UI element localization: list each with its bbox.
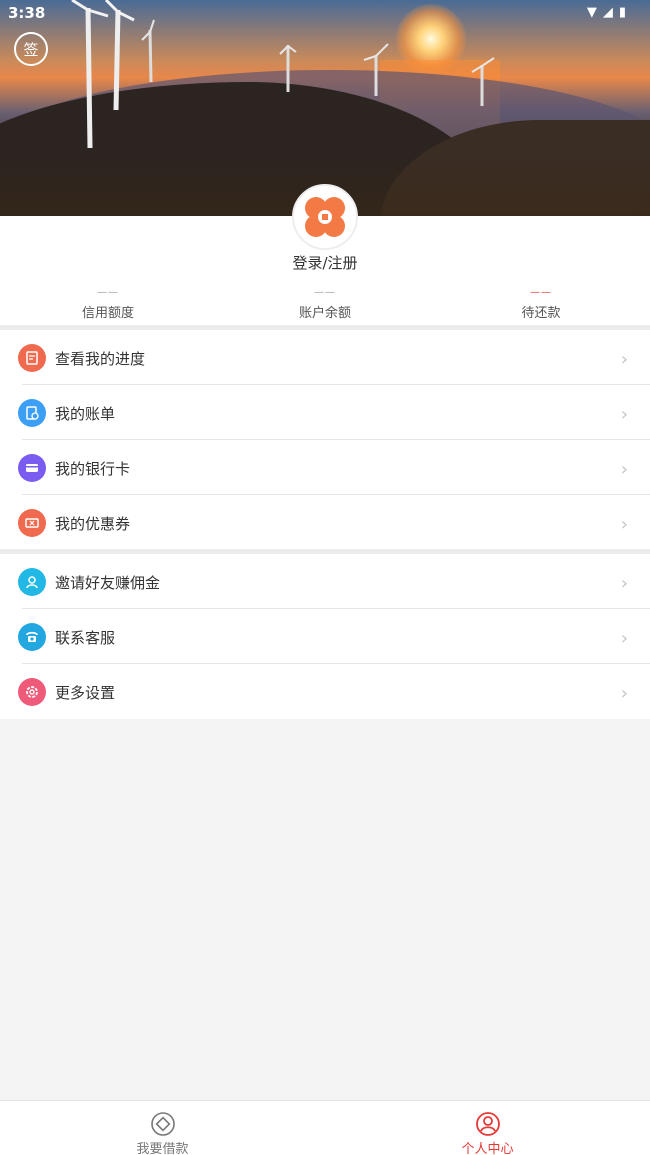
- status-icons: ▼ ◢ ▮: [587, 5, 626, 20]
- coupon-icon: [18, 509, 46, 537]
- bank-card-icon: [18, 454, 46, 482]
- stat-label: 账户余额: [298, 306, 351, 321]
- user-center-icon: [476, 1112, 500, 1136]
- loan-icon: [151, 1112, 175, 1136]
- stat-pending-repayment[interactable]: —— 待还款: [441, 287, 641, 322]
- menu-label: 查看我的进度: [55, 350, 146, 368]
- menu-item-customer-service[interactable]: 联系客服 ›: [0, 609, 650, 664]
- stat-value: ——: [97, 287, 119, 298]
- menu-item-settings[interactable]: 更多设置 ›: [0, 664, 650, 719]
- stat-value: ——: [530, 287, 552, 298]
- menu-label: 我的优惠券: [55, 515, 131, 533]
- chevron-right-icon: ›: [620, 628, 628, 649]
- progress-icon: [18, 344, 46, 372]
- flower-logo-icon: [305, 197, 345, 237]
- stat-label: 信用额度: [81, 306, 134, 321]
- menu-group-account: 查看我的进度 › 我的账单 › 我的银行卡 › 我的优惠券 ›: [0, 325, 650, 550]
- menu-label: 联系客服: [55, 629, 116, 647]
- avatar[interactable]: [292, 184, 358, 250]
- stat-label: 待还款: [521, 306, 561, 321]
- bottom-nav: 我要借款 个人中心: [0, 1100, 650, 1155]
- menu-label: 邀请好友赚佣金: [55, 574, 161, 592]
- chevron-right-icon: ›: [620, 459, 628, 480]
- phone-icon: [18, 623, 46, 651]
- menu-group-service: 邀请好友赚佣金 › 联系客服 › 更多设置 ›: [0, 549, 650, 719]
- tab-label: 我要借款: [136, 1142, 189, 1155]
- menu-item-coupon[interactable]: 我的优惠券 ›: [0, 495, 650, 550]
- chevron-right-icon: ›: [620, 683, 628, 704]
- menu-item-bank-card[interactable]: 我的银行卡 ›: [0, 440, 650, 495]
- stat-value: ——: [314, 287, 336, 298]
- settings-icon: [18, 678, 46, 706]
- signal-icon: ◢: [602, 5, 613, 20]
- menu-item-bill[interactable]: 我的账单 ›: [0, 385, 650, 440]
- menu-label: 我的账单: [55, 405, 116, 423]
- menu-item-invite[interactable]: 邀请好友赚佣金 ›: [0, 554, 650, 609]
- menu-item-progress[interactable]: 查看我的进度 ›: [0, 330, 650, 385]
- stat-account-balance[interactable]: —— 账户余额: [225, 287, 425, 322]
- battery-icon: ▮: [618, 5, 626, 20]
- wifi-icon: ▼: [586, 5, 597, 20]
- stat-credit-limit[interactable]: —— 信用额度: [8, 287, 208, 322]
- chevron-right-icon: ›: [620, 404, 628, 425]
- tab-user-center[interactable]: 个人中心: [325, 1101, 650, 1155]
- bill-icon: [18, 399, 46, 427]
- sign-in-button[interactable]: 签: [14, 32, 48, 66]
- login-register-link[interactable]: 登录/注册: [0, 252, 650, 273]
- menu-label: 更多设置: [55, 684, 116, 702]
- invite-friend-icon: [18, 568, 46, 596]
- status-time: 3:38: [8, 4, 46, 22]
- menu-label: 我的银行卡: [55, 460, 131, 478]
- tab-loan[interactable]: 我要借款: [0, 1101, 325, 1155]
- tab-label: 个人中心: [461, 1142, 514, 1155]
- chevron-right-icon: ›: [620, 573, 628, 594]
- sign-label: 签: [23, 40, 39, 59]
- chevron-right-icon: ›: [620, 349, 628, 370]
- chevron-right-icon: ›: [620, 514, 628, 535]
